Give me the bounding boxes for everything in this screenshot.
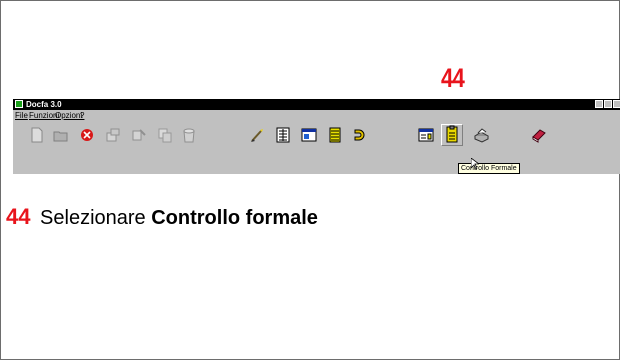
instruction-verb: Selezionare [40,207,146,229]
instruction-text: 44 Selezionare Controllo formale [6,204,318,230]
recycle-icon[interactable] [181,127,197,143]
tooltip: Controllo Formale [458,163,520,174]
list-form-icon[interactable] [327,127,343,143]
printer-icon[interactable] [473,127,489,143]
title-bar: Docfa 3.0 [13,99,620,110]
instruction-target: Controllo formale [151,207,318,229]
menu-opzioni[interactable]: Opzioni [55,110,82,121]
menu-file[interactable]: File [15,110,28,121]
menu-bar: File Funzioni Opzioni ? [13,110,620,121]
close-red-icon[interactable] [79,127,95,143]
close-button[interactable] [613,100,620,108]
copy-icon[interactable] [157,127,173,143]
callout-number: 44 [441,63,465,93]
book-icon[interactable] [531,127,547,143]
grid-form-icon[interactable] [275,127,291,143]
window-form-icon[interactable] [301,127,317,143]
menu-help[interactable]: ? [80,110,84,121]
open-folder-icon[interactable] [53,127,69,143]
toolbar [13,123,620,149]
mouse-cursor-icon [470,157,481,175]
brush-icon[interactable] [249,127,265,143]
app-icon [15,100,23,108]
magnet-icon[interactable] [351,127,367,143]
import-icon[interactable] [131,127,147,143]
export-icon[interactable] [105,127,121,143]
maximize-button[interactable] [604,100,612,108]
new-document-icon[interactable] [29,127,45,143]
controllo-formale-icon[interactable] [441,124,463,146]
app-window: Docfa 3.0 File Funzioni Opzioni ? Contro… [13,99,620,174]
instruction-number: 44 [6,204,31,229]
minimize-button[interactable] [595,100,603,108]
table-icon[interactable] [418,127,434,143]
window-title: Docfa 3.0 [26,100,62,109]
slide-frame: 44 Docfa 3.0 File Funzioni Opzioni ? Con… [0,0,620,360]
